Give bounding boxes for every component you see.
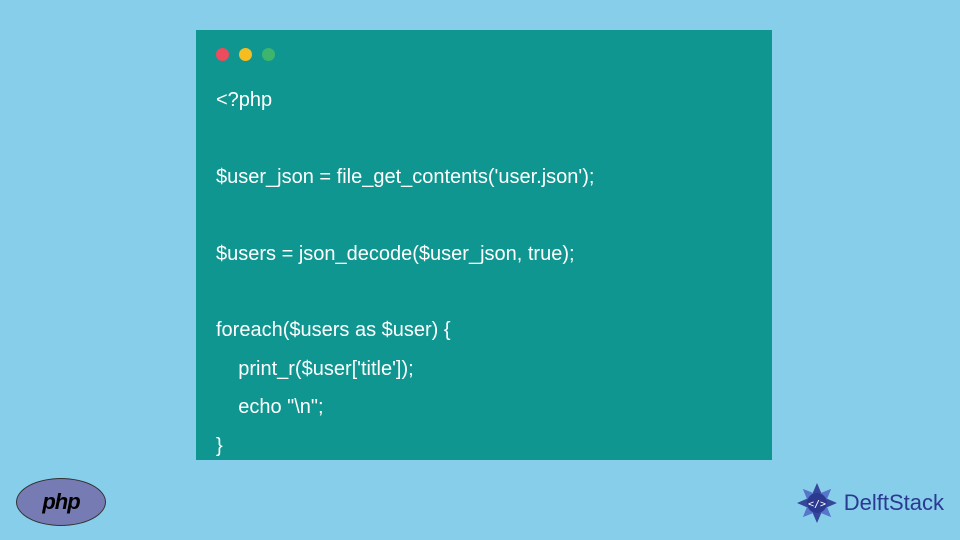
php-logo-ellipse: php [16,478,106,526]
code-line: $user_json = file_get_contents('user.jso… [216,166,594,188]
window-controls [216,48,752,61]
maximize-icon [262,48,275,61]
code-line: print_r($user['title']); [216,358,414,380]
delftstack-text: DelftStack [844,490,944,516]
delftstack-logo: </> DelftStack [794,480,944,526]
php-logo: php [16,478,106,526]
code-line: <?php [216,89,272,111]
code-window: <?php $user_json = file_get_contents('us… [196,30,772,460]
php-logo-text: php [42,489,79,515]
svg-text:</>: </> [808,499,826,510]
code-line: foreach($users as $user) { [216,319,451,341]
code-content: <?php $user_json = file_get_contents('us… [216,81,752,465]
code-line: echo "\n"; [216,396,324,418]
code-line: $users = json_decode($user_json, true); [216,243,575,265]
close-icon [216,48,229,61]
minimize-icon [239,48,252,61]
delftstack-icon: </> [794,480,840,526]
code-line: } [216,435,223,457]
